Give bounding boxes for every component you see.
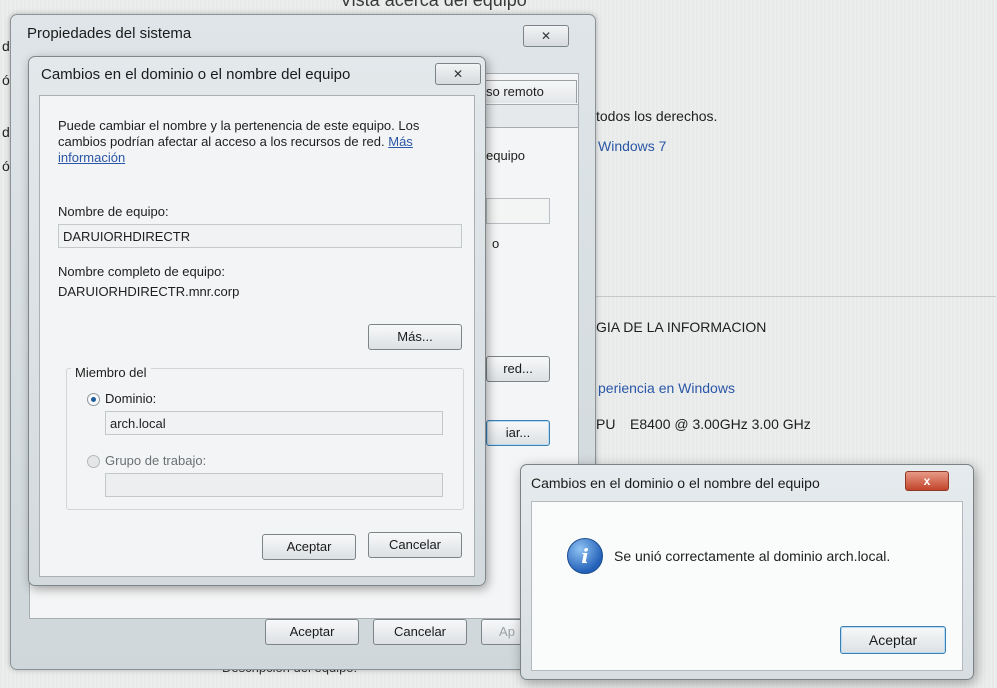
- cpu-label: PU: [596, 416, 616, 432]
- network-id-button[interactable]: red...: [486, 356, 550, 382]
- section-divider: [596, 296, 996, 297]
- close-icon[interactable]: x: [905, 471, 949, 491]
- message-title: Cambios en el dominio o el nombre del eq…: [531, 475, 820, 491]
- intro-text: Puede cambiar el nombre y la pertenencia…: [58, 118, 420, 149]
- cpu-value: E8400 @ 3.00GHz 3.00 GHz: [630, 416, 811, 432]
- rights-text: todos los derechos.: [596, 108, 718, 124]
- panel-text-fragment: o: [492, 236, 500, 251]
- edge-letter: ó: [2, 72, 10, 88]
- more-button[interactable]: Más...: [368, 324, 462, 350]
- close-icon[interactable]: ✕: [435, 63, 481, 85]
- domain-input[interactable]: arch.local: [105, 411, 443, 435]
- workgroup-label: Grupo de trabajo:: [105, 453, 207, 468]
- workgroup-radio[interactable]: [87, 455, 100, 468]
- message-text: Se unió correctamente al dominio arch.lo…: [614, 548, 891, 564]
- success-message-box: Cambios en el dominio o el nombre del eq…: [520, 464, 974, 680]
- panel-text-fragment: equipo: [486, 148, 526, 163]
- message-body: i Se unió correctamente al dominio arch.…: [531, 501, 963, 671]
- ok-button[interactable]: Aceptar: [265, 619, 359, 645]
- full-name-value: DARUIORHDIRECTR.mnr.corp: [58, 284, 240, 299]
- member-of-label: Miembro del: [71, 365, 151, 380]
- ok-button[interactable]: Aceptar: [840, 626, 946, 654]
- info-icon: i: [567, 538, 603, 574]
- full-name-label: Nombre completo de equipo:: [58, 264, 225, 279]
- workgroup-input[interactable]: [105, 473, 443, 497]
- edge-letter: d: [2, 38, 10, 54]
- dialog-body: Puede cambiar el nombre y la pertenencia…: [39, 95, 475, 577]
- windows7-link[interactable]: Windows 7: [598, 138, 666, 154]
- close-icon[interactable]: ✕: [523, 25, 569, 47]
- computer-name-label: Nombre de equipo:: [58, 204, 169, 219]
- edge-letter: ó: [2, 158, 10, 174]
- background-title: Vista acerca del equipo: [340, 0, 527, 10]
- domain-change-dialog: Cambios en el dominio o el nombre del eq…: [28, 56, 486, 586]
- cancel-button[interactable]: Cancelar: [368, 532, 462, 558]
- experience-index-link[interactable]: periencia en Windows: [598, 380, 735, 396]
- domain-radio[interactable]: [87, 393, 100, 406]
- window-title: Propiedades del sistema: [27, 25, 192, 42]
- member-of-group: Miembro del Dominio: arch.local Grupo de…: [66, 365, 464, 510]
- dialog-title: Cambios en el dominio o el nombre del eq…: [41, 66, 351, 83]
- domain-label: Dominio:: [105, 391, 157, 406]
- tab-strip: [475, 104, 579, 128]
- tab-remote[interactable]: so remoto: [475, 80, 577, 103]
- ok-button[interactable]: Aceptar: [262, 534, 356, 560]
- computer-name-input[interactable]: DARUIORHDIRECTR: [58, 224, 462, 248]
- intro-paragraph: Puede cambiar el nombre y la pertenencia…: [58, 118, 458, 166]
- change-button[interactable]: iar...: [486, 420, 550, 446]
- cancel-button[interactable]: Cancelar: [373, 619, 467, 645]
- description-field[interactable]: [486, 198, 550, 224]
- organization-text: GIA DE LA INFORMACION: [596, 319, 767, 335]
